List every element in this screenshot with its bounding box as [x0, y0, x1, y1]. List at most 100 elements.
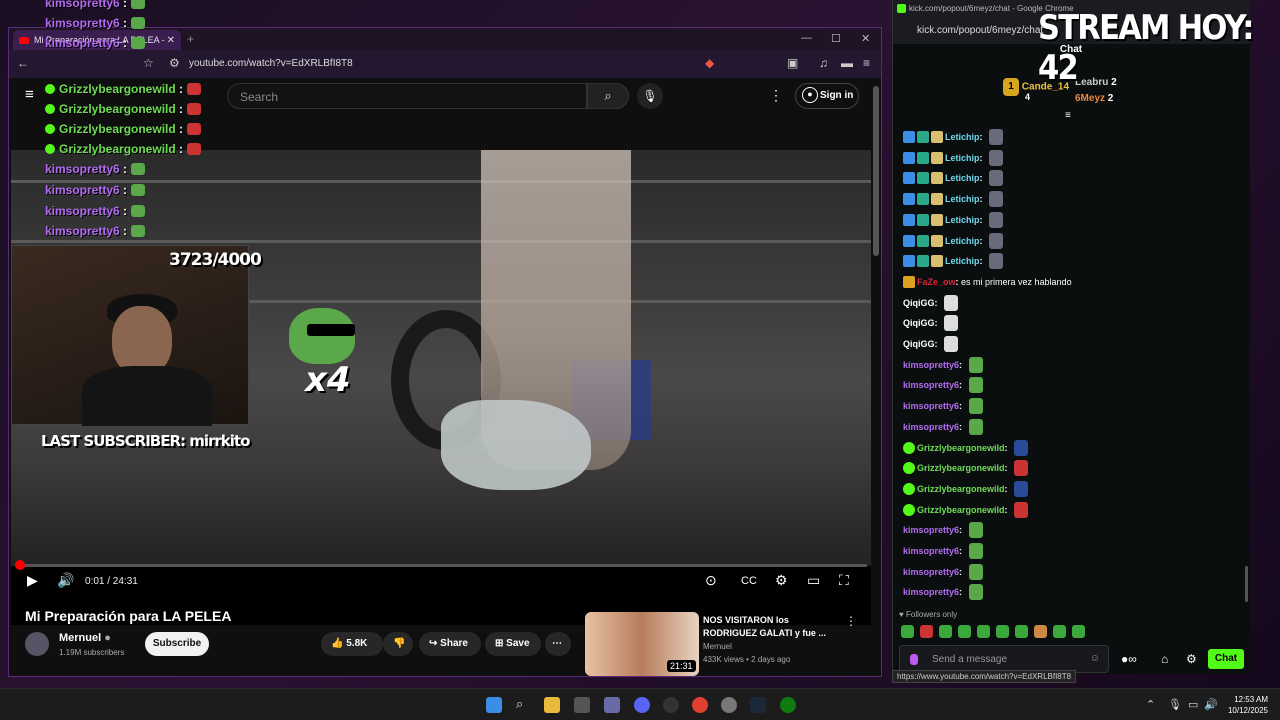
emoji-icon[interactable]: ☺	[1090, 653, 1100, 664]
chat-username[interactable]: Letichip	[945, 256, 980, 266]
emote-icon[interactable]	[1034, 625, 1047, 638]
minimize-icon[interactable]: —	[801, 32, 812, 44]
share-button[interactable]: ↪ Share	[419, 632, 481, 656]
play-icon[interactable]: ▶	[27, 572, 38, 589]
chat-username[interactable]: Grizzlybeargonewild	[917, 463, 1005, 473]
volume-icon[interactable]: 🔊	[1204, 698, 1218, 711]
chat-username[interactable]: Letichip	[945, 194, 980, 204]
emote-icon[interactable]	[958, 625, 971, 638]
collapse-icon[interactable]: ≡	[1065, 110, 1071, 121]
file-explorer-icon[interactable]	[544, 697, 560, 713]
chat-username[interactable]: kimsopretty6	[903, 525, 959, 535]
store-icon[interactable]: ⌂	[1161, 652, 1168, 666]
emote-icon[interactable]	[1015, 625, 1028, 638]
close-tab-icon[interactable]: ✕	[167, 35, 175, 46]
chat-send-button[interactable]: Chat	[1208, 649, 1244, 669]
chat-username[interactable]: kimsopretty6	[903, 380, 959, 390]
maximize-icon[interactable]: ☐	[831, 32, 841, 45]
clock[interactable]: 12:53 AM 10/12/2025	[1218, 694, 1268, 716]
emote-icon[interactable]	[977, 625, 990, 638]
chat-username[interactable]: Grizzlybeargonewild	[917, 505, 1005, 515]
recommended-more-icon[interactable]: ⋮	[845, 614, 857, 628]
emote-icon[interactable]	[939, 625, 952, 638]
chat-username[interactable]: QiqiGG	[903, 339, 935, 349]
subscribe-button[interactable]: Subscribe	[145, 632, 209, 656]
volume-icon[interactable]: 🔊	[57, 572, 74, 589]
send-message-input[interactable]: Send a message ☺	[899, 645, 1109, 673]
settings-icon[interactable]: ⚙	[775, 572, 788, 589]
chat-username[interactable]: kimsopretty6	[903, 587, 959, 597]
search-icon[interactable]: ⌕	[587, 83, 629, 109]
chevron-up-icon[interactable]: ⌃	[1146, 698, 1155, 711]
chat-username[interactable]: Grizzlybeargonewild	[917, 484, 1005, 494]
kick-url[interactable]: kick.com/popout/6meyz/chat	[917, 25, 1043, 36]
xbox-icon[interactable]	[780, 697, 796, 713]
steam-icon[interactable]	[750, 697, 766, 713]
progress-bar[interactable]	[15, 560, 867, 570]
chat-scrollbar[interactable]	[1245, 566, 1248, 602]
microphone-icon[interactable]: 🎙	[1168, 698, 1182, 711]
chat-username[interactable]: Letichip	[945, 215, 980, 225]
chat-username[interactable]: kimsopretty6	[903, 546, 959, 556]
channel-avatar[interactable]	[25, 632, 49, 656]
recommended-channel[interactable]: Mernuel	[703, 642, 732, 651]
save-button[interactable]: ⊞ Save	[485, 632, 541, 656]
menu-icon[interactable]: ≡	[863, 56, 870, 70]
tab-icon[interactable]: ▣	[787, 56, 798, 70]
more-actions-button[interactable]: ⋯	[545, 632, 571, 656]
obs-icon[interactable]	[663, 697, 679, 713]
search-input[interactable]: Search	[227, 83, 587, 109]
new-tab-icon[interactable]: +	[187, 32, 194, 46]
start-icon[interactable]	[486, 697, 502, 713]
dislike-button[interactable]: 👎	[383, 632, 413, 656]
search-icon[interactable]: ⌕	[516, 696, 523, 712]
hamburger-menu-icon[interactable]: ≡	[25, 86, 34, 103]
autoplay-toggle-icon[interactable]: ⊙	[705, 572, 717, 589]
channel-name[interactable]: Mernuel ●	[59, 632, 111, 644]
network-icon[interactable]: ▭	[1188, 698, 1198, 711]
microphone-icon[interactable]	[910, 654, 918, 665]
recommended-title[interactable]: NOS VISITARON los RODRIGUEZ GALATI y fue…	[703, 614, 831, 640]
chat-username[interactable]: QiqiGG	[903, 298, 935, 308]
settings-icon[interactable]: ⚙	[1186, 652, 1197, 666]
emote-icon[interactable]	[1053, 625, 1066, 638]
chat-username[interactable]: Letichip	[945, 153, 980, 163]
page-scrollbar[interactable]	[873, 86, 879, 256]
chat-username[interactable]: kimsopretty6	[903, 360, 959, 370]
emote-icon[interactable]	[920, 625, 933, 638]
close-window-icon[interactable]: ✕	[861, 32, 870, 45]
theater-mode-icon[interactable]: ▭	[807, 572, 820, 589]
chat-username[interactable]: kimsopretty6	[903, 567, 959, 577]
chrome-icon[interactable]	[692, 697, 708, 713]
music-icon[interactable]: ♫	[819, 56, 828, 70]
emote-icon[interactable]	[1072, 625, 1085, 638]
chat-username[interactable]: Grizzlybeargonewild	[917, 443, 1005, 453]
app-icon[interactable]	[604, 697, 620, 713]
chat-username[interactable]: QiqiGG	[903, 318, 935, 328]
captions-icon[interactable]: CC	[741, 575, 757, 587]
gift-icon[interactable]: ●∞	[1121, 652, 1137, 666]
chat-username[interactable]: kimsopretty6	[903, 401, 959, 411]
extension-icon[interactable]: ◆	[705, 56, 714, 70]
emote-icon[interactable]	[996, 625, 1009, 638]
more-options-icon[interactable]: ⋮	[769, 87, 783, 104]
url-text[interactable]: youtube.com/watch?v=EdXRLBfI8T8	[189, 58, 353, 69]
emote-icon[interactable]	[901, 625, 914, 638]
discord-icon[interactable]	[634, 697, 650, 713]
chat-username[interactable]: FaZe_ow	[917, 277, 956, 287]
progress-handle[interactable]	[15, 560, 25, 570]
microphone-icon[interactable]: 🎙	[637, 83, 663, 109]
like-button[interactable]: 👍 5.8K	[321, 632, 383, 656]
chat-username[interactable]: Letichip	[945, 236, 980, 246]
sign-in-button[interactable]: ● Sign in	[795, 83, 859, 109]
chat-username[interactable]: kimsopretty6	[903, 422, 959, 432]
store-icon[interactable]	[574, 697, 590, 713]
chat-username[interactable]: Letichip	[945, 173, 980, 183]
video-player[interactable]: 3723/4000 x4 LAST SUBSCRIBER: mirrkito ▶…	[11, 150, 871, 625]
more-extensions-icon[interactable]: ▬	[841, 56, 853, 70]
chat-username[interactable]: Letichip	[945, 132, 980, 142]
app-icon[interactable]	[721, 697, 737, 713]
bookmark-icon[interactable]: ☆	[143, 56, 154, 70]
site-info-icon[interactable]: ⚙	[169, 56, 180, 70]
fullscreen-icon[interactable]: ⛶	[839, 572, 849, 589]
